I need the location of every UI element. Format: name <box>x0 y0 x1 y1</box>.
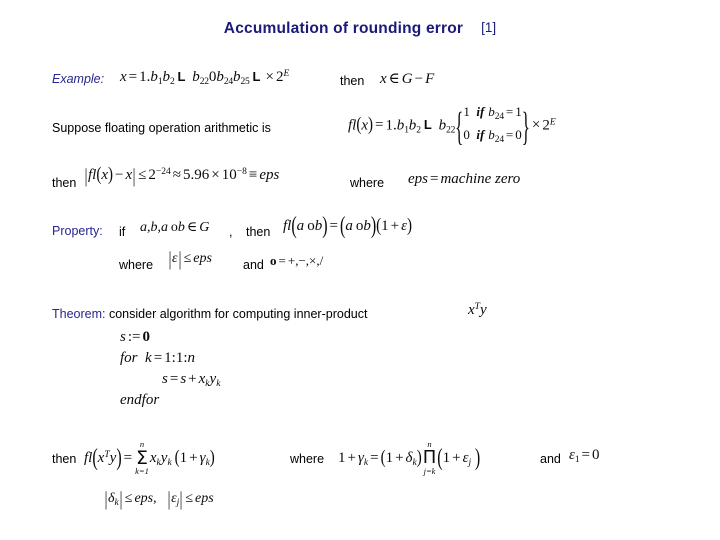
error-then-label: then <box>52 176 76 190</box>
theorem-text: consider algorithm for computing inner-p… <box>108 307 368 321</box>
property-comma: , <box>229 225 232 239</box>
eps-definition-formula: eps = machine zero <box>408 171 521 187</box>
suppose-text: Suppose floating operation arithmetic is <box>52 121 271 135</box>
conclusion-sum-formula: fl(xTy) = n Σk=1 xkyk (1 + γk) <box>84 439 215 476</box>
example-then-text: then <box>340 74 365 88</box>
conclusion-where-text: where <box>290 452 325 466</box>
algorithm-line-3: s = s + xkyk <box>162 371 221 389</box>
summation-operator: n Σk=1 <box>135 439 149 476</box>
slide-canvas: Accumulation of rounding error [1] Exampl… <box>0 0 720 540</box>
error-where-text: where <box>350 176 385 190</box>
gamma-definition-formula: 1 + γk = (1 + δk) n Πj=k (1 + εj ) <box>338 439 481 476</box>
epsilon-one-zero-formula: ε1 = 0 <box>569 447 600 465</box>
example-then-label: then <box>340 74 364 88</box>
property-and-text: and <box>243 258 264 272</box>
algorithm-block: s:= 0 for k = 1:1:n s = s + xkyk endfor <box>120 330 220 414</box>
conclusion-where-label: where <box>290 452 324 466</box>
error-then-text: then <box>52 176 77 190</box>
property-label: Property: <box>52 224 103 238</box>
operator-definition-formula: o = +,−,×,/ <box>270 253 324 268</box>
piecewise-row-2: 0 if b24 = 0 <box>463 127 522 145</box>
example-formula: x = 1.b1b2 L b220b24b25 L × 2E <box>120 69 290 87</box>
theorem-label: Theorem: <box>52 307 106 321</box>
property-where-label: where <box>119 258 153 272</box>
example-label: Example: <box>52 72 104 86</box>
conclusion-then-text: then <box>52 452 77 466</box>
property-if-text: if <box>119 225 126 239</box>
property-if-label: if <box>119 225 125 239</box>
product-operator: n Πj=k <box>422 439 437 476</box>
property-comma-text: , <box>229 225 233 239</box>
error-where-label: where <box>350 176 384 190</box>
property-where-text: where <box>119 258 154 272</box>
epsilon-bound-formula: |ε| ≤ eps <box>168 248 212 270</box>
conclusion-and-label: and <box>540 452 561 466</box>
property-then-label: then <box>246 225 270 239</box>
fl-definition-formula: fl(x) = 1.b1b2 L b22{1 if b24 = 1 0 if b24 = 0} × 2E <box>348 103 556 149</box>
example-membership: x ∈ G − F <box>380 71 435 87</box>
error-inequality-formula: |fl(x) − x| ≤2−24 ≈5.96 × 10−8 ≡ eps <box>84 164 280 187</box>
conclusion-then-label: then <box>52 452 76 466</box>
theorem-inner-product: xTy <box>468 302 487 318</box>
theorem-line: Theorem: consider algorithm for computin… <box>52 307 367 321</box>
property-and-label: and <box>243 258 264 272</box>
property-condition-formula: a,b,a ob ∈ G <box>140 220 210 235</box>
algorithm-line-4: endfor <box>120 392 160 408</box>
algorithm-line-1: s:= 0 <box>120 329 150 345</box>
property-label-text: Property: <box>52 224 103 238</box>
algorithm-line-2: for k = 1:1:n <box>120 350 195 366</box>
conclusion-bounds-formula: |δk| ≤ eps, |εj| ≤ eps <box>104 488 214 510</box>
page-title: Accumulation of rounding error [1] <box>0 20 720 38</box>
suppose-text-label: Suppose floating operation arithmetic is <box>52 121 271 135</box>
conclusion-and-text: and <box>540 452 561 466</box>
page-title-text: Accumulation of rounding error <box>223 20 464 37</box>
fl-piecewise-block: {1 if b24 = 1 0 if b24 = 0} <box>455 103 530 149</box>
example-label-text: Example: <box>52 72 105 86</box>
page-title-reference: [1] <box>481 20 497 35</box>
property-then-text: then <box>246 225 271 239</box>
property-equation-formula: fl(a ob) = (a ob)(1 + ε) <box>283 213 413 239</box>
piecewise-row-1: 1 if b24 = 1 <box>463 104 522 122</box>
